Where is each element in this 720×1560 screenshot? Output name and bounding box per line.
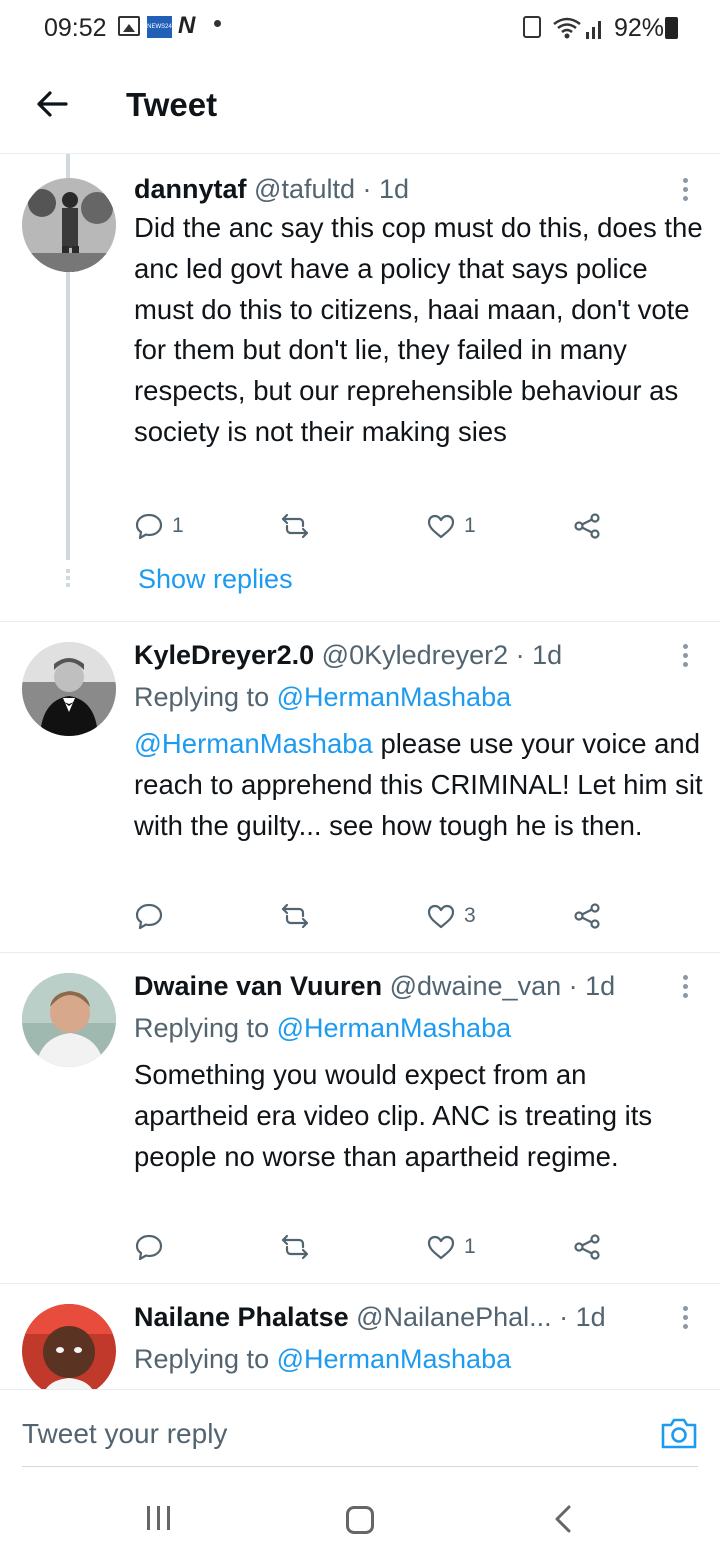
system-nav-bar [0,1470,720,1560]
arrow-left-icon[interactable] [32,84,72,124]
retweet-button[interactable] [280,896,310,936]
tweet-time: · 1d [515,640,563,670]
tweet-text: @HermanMashaba please use your voice and… [134,724,704,846]
replying-label: Replying to [134,1013,277,1043]
like-button[interactable]: 1 [426,1227,476,1267]
tweet-header: KyleDreyer2.0 @0Kyledreyer2 · 1d [134,640,562,671]
status-bar: 09:52 NEWS24 N 92% [0,0,720,58]
replying-to: Replying to @HermanMashaba [134,1344,511,1375]
lock-icon [523,16,541,38]
camera-icon[interactable] [660,1416,698,1450]
share-icon [574,513,600,539]
reply-count: 1 [172,514,184,537]
back-icon[interactable] [552,1504,574,1534]
like-count: 1 [464,1235,476,1258]
tweet-actions: 1 1 [134,506,614,546]
share-icon [574,1234,600,1260]
heart-icon [427,904,455,929]
wifi-icon [553,17,581,39]
news-icon: NEWS24 [147,16,172,38]
reply-button[interactable] [134,1227,172,1267]
more-options-icon[interactable] [680,178,690,204]
home-icon[interactable] [346,1506,374,1534]
recent-apps-icon[interactable] [147,1506,173,1530]
reply-button[interactable]: 1 [134,506,184,546]
page-title: Tweet [126,86,218,123]
tweet-item[interactable]: dannytaf @tafultd · 1d Did the anc say t… [0,154,720,622]
share-button[interactable] [572,896,602,936]
avatar[interactable] [22,1304,116,1389]
status-time: 09:52 [44,14,107,42]
tweet-item[interactable]: KyleDreyer2.0 @0Kyledreyer2 · 1d Replyin… [0,622,720,953]
replying-label: Replying to [134,682,277,712]
more-options-icon[interactable] [680,644,690,670]
replying-to-mention[interactable]: @HermanMashaba [277,1344,512,1374]
avatar[interactable] [22,642,116,736]
tweet-item[interactable]: Dwaine van Vuuren @dwaine_van · 1d Reply… [0,953,720,1284]
tweet-item[interactable]: Nailane Phalatse @NailanePhal... · 1d Re… [0,1284,720,1389]
tweet-actions: 1 [134,1227,614,1267]
reply-icon [135,903,163,930]
author-name[interactable]: Nailane Phalatse [134,1302,349,1332]
battery-icon [665,17,678,39]
dot-icon [214,20,221,27]
battery-percent: 92% [613,14,664,42]
reply-button[interactable] [134,896,172,936]
tweet-header: dannytaf @tafultd · 1d [134,174,409,205]
author-name[interactable]: Dwaine van Vuuren [134,971,382,1001]
more-options-icon[interactable] [680,975,690,1001]
heart-icon [427,1235,455,1260]
thread-dots [66,569,70,590]
replying-to: Replying to @HermanMashaba [134,682,511,713]
signal-icon [586,21,601,39]
author-handle[interactable]: @dwaine_van [390,971,562,1001]
share-icon [574,903,600,929]
tweet-header: Nailane Phalatse @NailanePhal... · 1d [134,1302,606,1333]
heart-icon [427,514,455,539]
author-name[interactable]: dannytaf [134,174,247,204]
tweet-text: Something you would expect from an apart… [134,1059,653,1172]
reply-icon [135,513,163,540]
retweet-button[interactable] [280,1227,310,1267]
retweet-button[interactable] [280,506,310,546]
author-handle[interactable]: @NailanePhal... [356,1302,552,1332]
replying-to: Replying to @HermanMashaba [134,1013,511,1044]
app-header: Tweet [0,58,720,154]
reply-feed: dannytaf @tafultd · 1d Did the anc say t… [0,154,720,1389]
avatar[interactable] [22,178,116,272]
retweet-icon [281,903,309,929]
tweet-header: Dwaine van Vuuren @dwaine_van · 1d [134,971,615,1002]
reply-underline [22,1466,698,1467]
retweet-icon [281,513,309,539]
tweet-time: · 1d [559,1302,606,1332]
more-options-icon[interactable] [680,1306,690,1332]
show-replies-link[interactable]: Show replies [138,564,293,595]
author-name[interactable]: KyleDreyer2.0 [134,640,314,670]
tweet-actions: 3 [134,896,614,936]
tweet-time: · 1d [568,971,616,1001]
reply-icon [135,1234,163,1261]
share-button[interactable] [572,506,602,546]
gallery-icon [118,16,140,36]
author-handle[interactable]: @0Kyledreyer2 [322,640,509,670]
replying-to-mention[interactable]: @HermanMashaba [277,682,512,712]
retweet-icon [281,1234,309,1260]
like-count: 1 [464,514,476,537]
like-button[interactable]: 3 [426,896,476,936]
replying-label: Replying to [134,1344,277,1374]
tweet-text: Did the anc say this cop must do this, d… [134,212,703,447]
like-count: 3 [464,904,476,927]
reply-input[interactable]: Tweet your reply [22,1418,227,1450]
avatar[interactable] [22,973,116,1067]
tweet-time: · 1d [362,174,410,204]
author-handle[interactable]: @tafultd [254,174,355,204]
n-app-icon: N [178,12,196,39]
replying-to-mention[interactable]: @HermanMashaba [277,1013,512,1043]
share-button[interactable] [572,1227,602,1267]
like-button[interactable]: 1 [426,506,476,546]
body-mention[interactable]: @HermanMashaba [134,728,373,759]
reply-composer[interactable]: Tweet your reply [0,1389,720,1469]
